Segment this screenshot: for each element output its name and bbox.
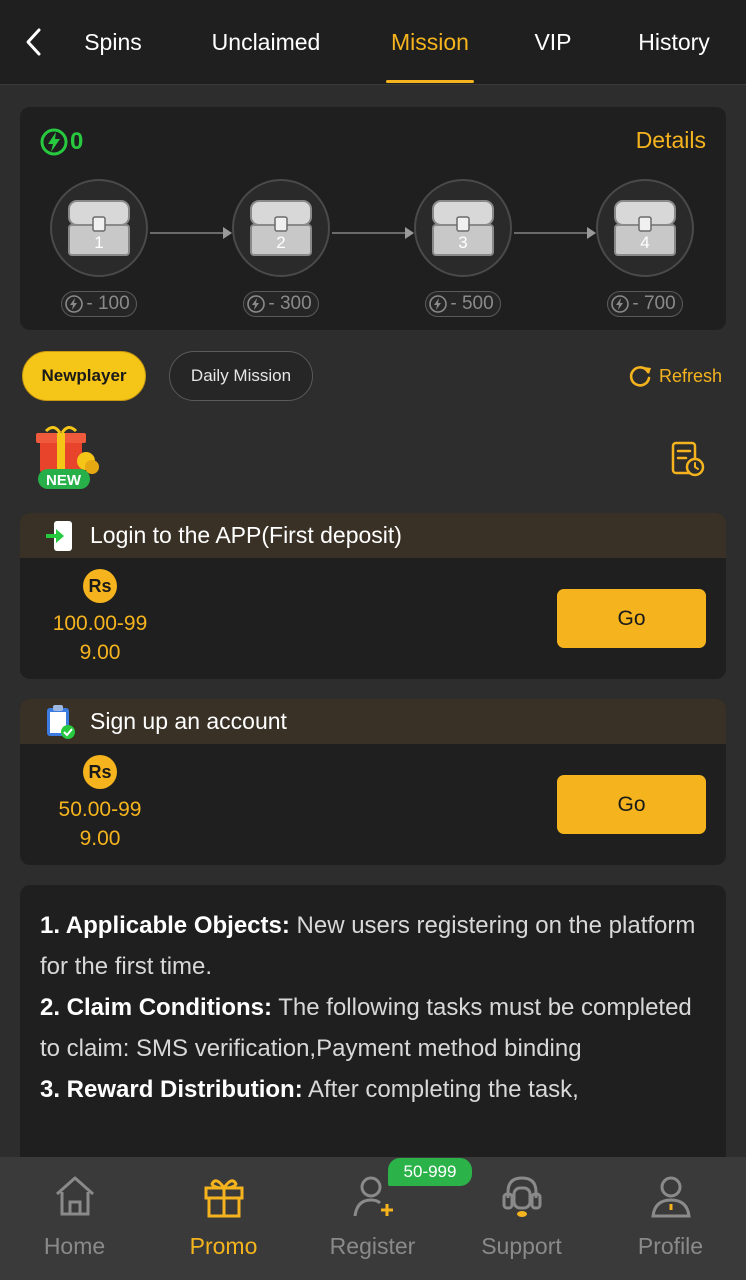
back-button[interactable] — [16, 22, 52, 62]
refresh-label: Refresh — [658, 365, 722, 386]
tab-history[interactable]: History — [624, 0, 724, 85]
task-reward: Rs 50.00-99 9.00 — [20, 755, 180, 853]
task-header: Sign up an account — [20, 699, 726, 744]
lightning-icon — [611, 295, 630, 313]
nav-label: Support — [481, 1233, 562, 1259]
rupee-coin-icon: Rs — [83, 755, 117, 789]
nav-label: Register — [329, 1233, 416, 1259]
refresh-button[interactable]: Refresh — [627, 362, 722, 390]
user-icon — [646, 1171, 696, 1221]
tab-spins[interactable]: Spins — [72, 0, 154, 85]
chest-cost: - 500 — [414, 291, 512, 317]
rule-item: 2. Claim Conditions: The following tasks… — [40, 987, 706, 1069]
progress-arrow — [514, 227, 596, 239]
task-card-signup: Sign up an account Rs 50.00-99 9.00 Go — [20, 699, 726, 865]
nav-profile[interactable]: Profile — [596, 1157, 745, 1280]
filter-newplayer[interactable]: Newplayer — [22, 351, 146, 401]
nav-label: Home — [43, 1233, 106, 1259]
nav-label: Promo — [189, 1233, 258, 1259]
refresh-icon — [629, 366, 651, 387]
chest-cost-value: - 300 — [268, 293, 312, 314]
chest-3[interactable]: 3 — [414, 179, 512, 277]
reward-amount-line: 9.00 — [79, 827, 121, 850]
nav-label: Profile — [637, 1233, 704, 1259]
chevron-left-icon — [26, 28, 41, 56]
details-link[interactable]: Details — [636, 127, 706, 154]
reward-amount: 100.00-99 9.00 — [35, 609, 165, 667]
progress-arrow — [332, 227, 414, 239]
lightning-icon — [247, 295, 266, 313]
rule-item: 1. Applicable Objects: New users registe… — [40, 905, 706, 987]
chest-cost-value: - 100 — [86, 293, 130, 314]
rules-panel: 1. Applicable Objects: New users registe… — [20, 885, 726, 1165]
chest-cost: - 100 — [50, 291, 148, 317]
go-button[interactable]: Go — [557, 775, 706, 834]
reward-amount: 50.00-99 9.00 — [35, 795, 165, 853]
task-header: Login to the APP(First deposit) — [20, 513, 726, 558]
chest-2[interactable]: 2 — [232, 179, 330, 277]
top-tab-bar: Spins Unclaimed Mission VIP History — [0, 0, 746, 85]
chest-cost: - 700 — [596, 291, 694, 317]
chest-number: 4 — [640, 233, 650, 252]
chest-progress-card: 0 Details 1 2 3 4 - 100 - 300 - 500 - 70… — [20, 107, 726, 330]
chest-cost: - 300 — [232, 291, 330, 317]
tab-vip[interactable]: VIP — [524, 0, 582, 85]
task-reward: Rs 100.00-99 9.00 — [20, 569, 180, 667]
task-title: Sign up an account — [90, 708, 287, 734]
go-button[interactable]: Go — [557, 589, 706, 648]
lightning-icon — [40, 128, 68, 156]
chest-1[interactable]: 1 — [50, 179, 148, 277]
energy-count: 0 — [70, 128, 84, 155]
task-title: Login to the APP(First deposit) — [90, 522, 402, 548]
reward-amount-line: 9.00 — [79, 641, 121, 664]
task-card-login: Login to the APP(First deposit) Rs 100.0… — [20, 513, 726, 679]
phone-login-icon — [42, 518, 78, 554]
rule-label: 3. Reward Distribution: — [40, 1076, 303, 1103]
lightning-icon — [65, 295, 84, 313]
filter-daily-mission[interactable]: Daily Mission — [169, 351, 313, 401]
chest-number: 2 — [276, 233, 286, 252]
rule-label: 2. Claim Conditions: — [40, 994, 273, 1021]
register-reward-badge: 50-999 — [388, 1158, 472, 1186]
reward-amount-line: 100.00-99 — [52, 612, 148, 635]
active-tab-indicator — [386, 80, 474, 83]
new-badge: NEW — [46, 472, 81, 489]
record-icon[interactable] — [668, 440, 706, 478]
chest-4[interactable]: 4 — [596, 179, 694, 277]
nav-home[interactable]: Home — [0, 1157, 149, 1280]
gift-icon — [199, 1171, 249, 1221]
progress-arrow — [150, 227, 232, 239]
rule-label: 1. Applicable Objects: — [40, 912, 290, 939]
chest-cost-value: - 500 — [450, 293, 494, 314]
chest-number: 3 — [458, 233, 468, 252]
chest-cost-value: - 700 — [632, 293, 676, 314]
clipboard-check-icon — [42, 704, 78, 740]
rupee-coin-icon: Rs — [83, 569, 117, 603]
rule-item: 3. Reward Distribution: After completing… — [40, 1069, 706, 1110]
rule-text: After completing the task, — [302, 1076, 579, 1103]
tab-mission[interactable]: Mission — [378, 0, 482, 85]
energy-balance: 0 — [40, 127, 83, 157]
nav-promo[interactable]: Promo — [149, 1157, 298, 1280]
chest-number: 1 — [94, 233, 104, 252]
new-gift-icon: NEW — [26, 425, 106, 493]
reward-amount-line: 50.00-99 — [58, 798, 142, 821]
bottom-nav: Home Promo Register Support Profile — [0, 1157, 746, 1280]
lightning-icon — [429, 295, 448, 313]
headset-icon — [497, 1171, 547, 1221]
tab-unclaimed[interactable]: Unclaimed — [196, 0, 336, 85]
home-icon — [50, 1171, 100, 1221]
